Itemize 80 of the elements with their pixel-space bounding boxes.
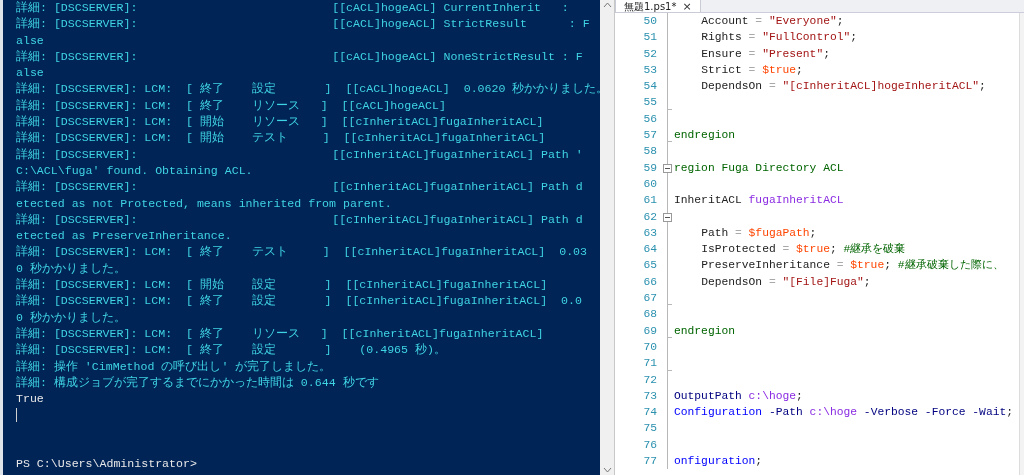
code-line: Strict = $true; <box>701 62 803 78</box>
line-number: 73 <box>642 388 658 404</box>
scroll-up-icon[interactable] <box>602 2 612 8</box>
code-line: DependsOn = "[cInheritACL]hogeInheritACL"; <box>701 79 986 95</box>
line-number: 58 <box>642 144 658 160</box>
code-line: Rights = "FullControl"; <box>701 30 858 46</box>
code-line: endregion <box>674 128 735 144</box>
line-number: 63 <box>642 225 658 241</box>
verbose-line: 詳細: 操作 'CimMethod の呼び出し' が完了しました。 <box>16 359 332 373</box>
code-line: DependsOn = "[File]Fuga"; <box>701 274 871 290</box>
code-line: onfiguration; <box>674 454 763 469</box>
verbose-line: 0 秒かかりました。 <box>16 261 126 275</box>
verbose-line: alse <box>16 66 44 80</box>
output-line: True <box>16 392 44 406</box>
line-number: 71 <box>642 356 658 372</box>
code-line: Configuration -Path c:\hoge -Verbose -Force -Wait; <box>674 405 1013 421</box>
verbose-line: alse <box>16 33 44 47</box>
verbose-line: 詳細: [DSCSERVER]: [[cACL]hogeACL] CurrentInherit : <box>16 1 569 14</box>
line-number: 50 <box>642 14 658 29</box>
code-line: InheritACL fugaInheritACL <box>674 193 844 209</box>
verbose-line: 詳細: [DSCSERVER]: LCM: [ 終了 設定 ] [[cInheritACL]fugaInheritACL] 0.0 <box>16 294 582 308</box>
scrollbar[interactable] <box>600 0 615 475</box>
verbose-line: 詳細: [DSCSERVER]: LCM: [ 終了 リソース ] [[cACL]hogeACL] <box>16 98 446 112</box>
verbose-line: 詳細: [DSCSERVER]: LCM: [ 終了 テスト ] [[cInheritACL]fugaInheritACL] 0.03 <box>16 245 588 259</box>
verbose-line: 詳細: [DSCSERVER]: [[cACL]hogeACL] StrictResult : F <box>16 17 590 31</box>
verbose-line: 詳細: [DSCSERVER]: [[cInheritACL]fugaInheritACL] Path ' <box>16 147 583 161</box>
line-number: 74 <box>642 405 658 421</box>
line-number: 65 <box>642 258 658 274</box>
verbose-line: 詳細: [DSCSERVER]: LCM: [ 終了 リソース ] [[cInheritACL]fugaInheritACL] <box>16 326 544 340</box>
line-number: 61 <box>642 193 658 209</box>
verbose-line: 0 秒かかりました。 <box>16 310 126 324</box>
scroll-down-icon[interactable] <box>602 467 612 473</box>
line-number: 69 <box>642 323 658 339</box>
code-line: endregion <box>674 323 735 339</box>
line-number: 64 <box>642 242 658 258</box>
editor-tab[interactable]: 無題1.ps1* × <box>615 0 701 13</box>
verbose-line: 詳細: [DSCSERVER]: LCM: [ 終了 設定 ] [[cACL]hogeACL] 0.0620 秒かかりました。 <box>16 82 600 96</box>
line-number: 52 <box>642 46 658 62</box>
close-button[interactable]: × <box>682 0 692 12</box>
collapse-icon[interactable] <box>663 163 672 173</box>
code-line: Account = "Everyone"; <box>701 14 844 29</box>
line-number: 56 <box>642 111 658 127</box>
line-number: 59 <box>642 160 658 176</box>
verbose-line: 詳細: [DSCSERVER]: [[cInheritACL]fugaInheritACL] Path d <box>16 212 583 226</box>
verbose-line: C:\ACL\fuga' found. Obtaining ACL. <box>16 163 253 177</box>
line-number: 70 <box>642 339 658 355</box>
verbose-line: 詳細: [DSCSERVER]: [[cInheritACL]fugaInheritACL] Path d <box>16 180 583 194</box>
line-number: 62 <box>642 209 658 225</box>
line-number: 55 <box>642 95 658 111</box>
line-number: 76 <box>642 437 658 453</box>
code-line: region Fuga Directory ACL <box>674 160 844 176</box>
code-line: IsProtected = $true; #継承を破棄 <box>701 242 906 258</box>
line-number: 53 <box>642 62 658 78</box>
code-line: Ensure = "Present"; <box>701 46 830 62</box>
code-line: Path = $fugaPath; <box>701 225 817 241</box>
code-line: PreserveInheritance = $true; #継承破棄した際に、 <box>701 258 1004 274</box>
tab-title: 無題1.ps1* <box>624 0 677 14</box>
output-line: PS C:\Users\Administrator> <box>16 457 197 471</box>
verbose-line: 詳細: [DSCSERVER]: [[cACL]hogeACL] NoneStrictResult : F <box>16 49 583 63</box>
code-line: OutputPath c:\hoge; <box>674 388 803 404</box>
verbose-line: 詳細: [DSCSERVER]: LCM: [ 開始 リソース ] [[cInheritACL]fugaInheritACL] <box>16 115 544 129</box>
collapse-icon[interactable] <box>663 212 672 222</box>
line-number: 57 <box>642 128 658 144</box>
line-number: 72 <box>642 372 658 388</box>
text-cursor <box>16 408 17 423</box>
line-number: 77 <box>642 454 658 469</box>
verbose-line: etected as not Protected, means inherited from parent. <box>16 196 392 210</box>
line-number: 66 <box>642 274 658 290</box>
scrollbar[interactable] <box>1019 13 1024 475</box>
verbose-line: 詳細: [DSCSERVER]: LCM: [ 開始 設定 ] [[cInheritACL]fugaInheritACL] <box>16 278 548 292</box>
line-number: 54 <box>642 79 658 95</box>
verbose-line: 詳細: 構成ジョブが完了するまでにかかった時間は 0.644 秒です <box>16 375 379 389</box>
line-number: 68 <box>642 307 658 323</box>
verbose-line: 詳細: [DSCSERVER]: LCM: [ 開始 テスト ] [[cInheritACL]fugaInheritACL] <box>16 131 546 145</box>
verbose-line: 詳細: [DSCSERVER]: LCM: [ 終了 設定 ] (0.4965 秒)。 <box>16 343 446 357</box>
line-number: 60 <box>642 176 658 192</box>
line-number: 67 <box>642 291 658 307</box>
line-number: 51 <box>642 30 658 46</box>
verbose-line: etected as PreserveInheritance. <box>16 229 232 243</box>
line-number: 75 <box>642 421 658 437</box>
